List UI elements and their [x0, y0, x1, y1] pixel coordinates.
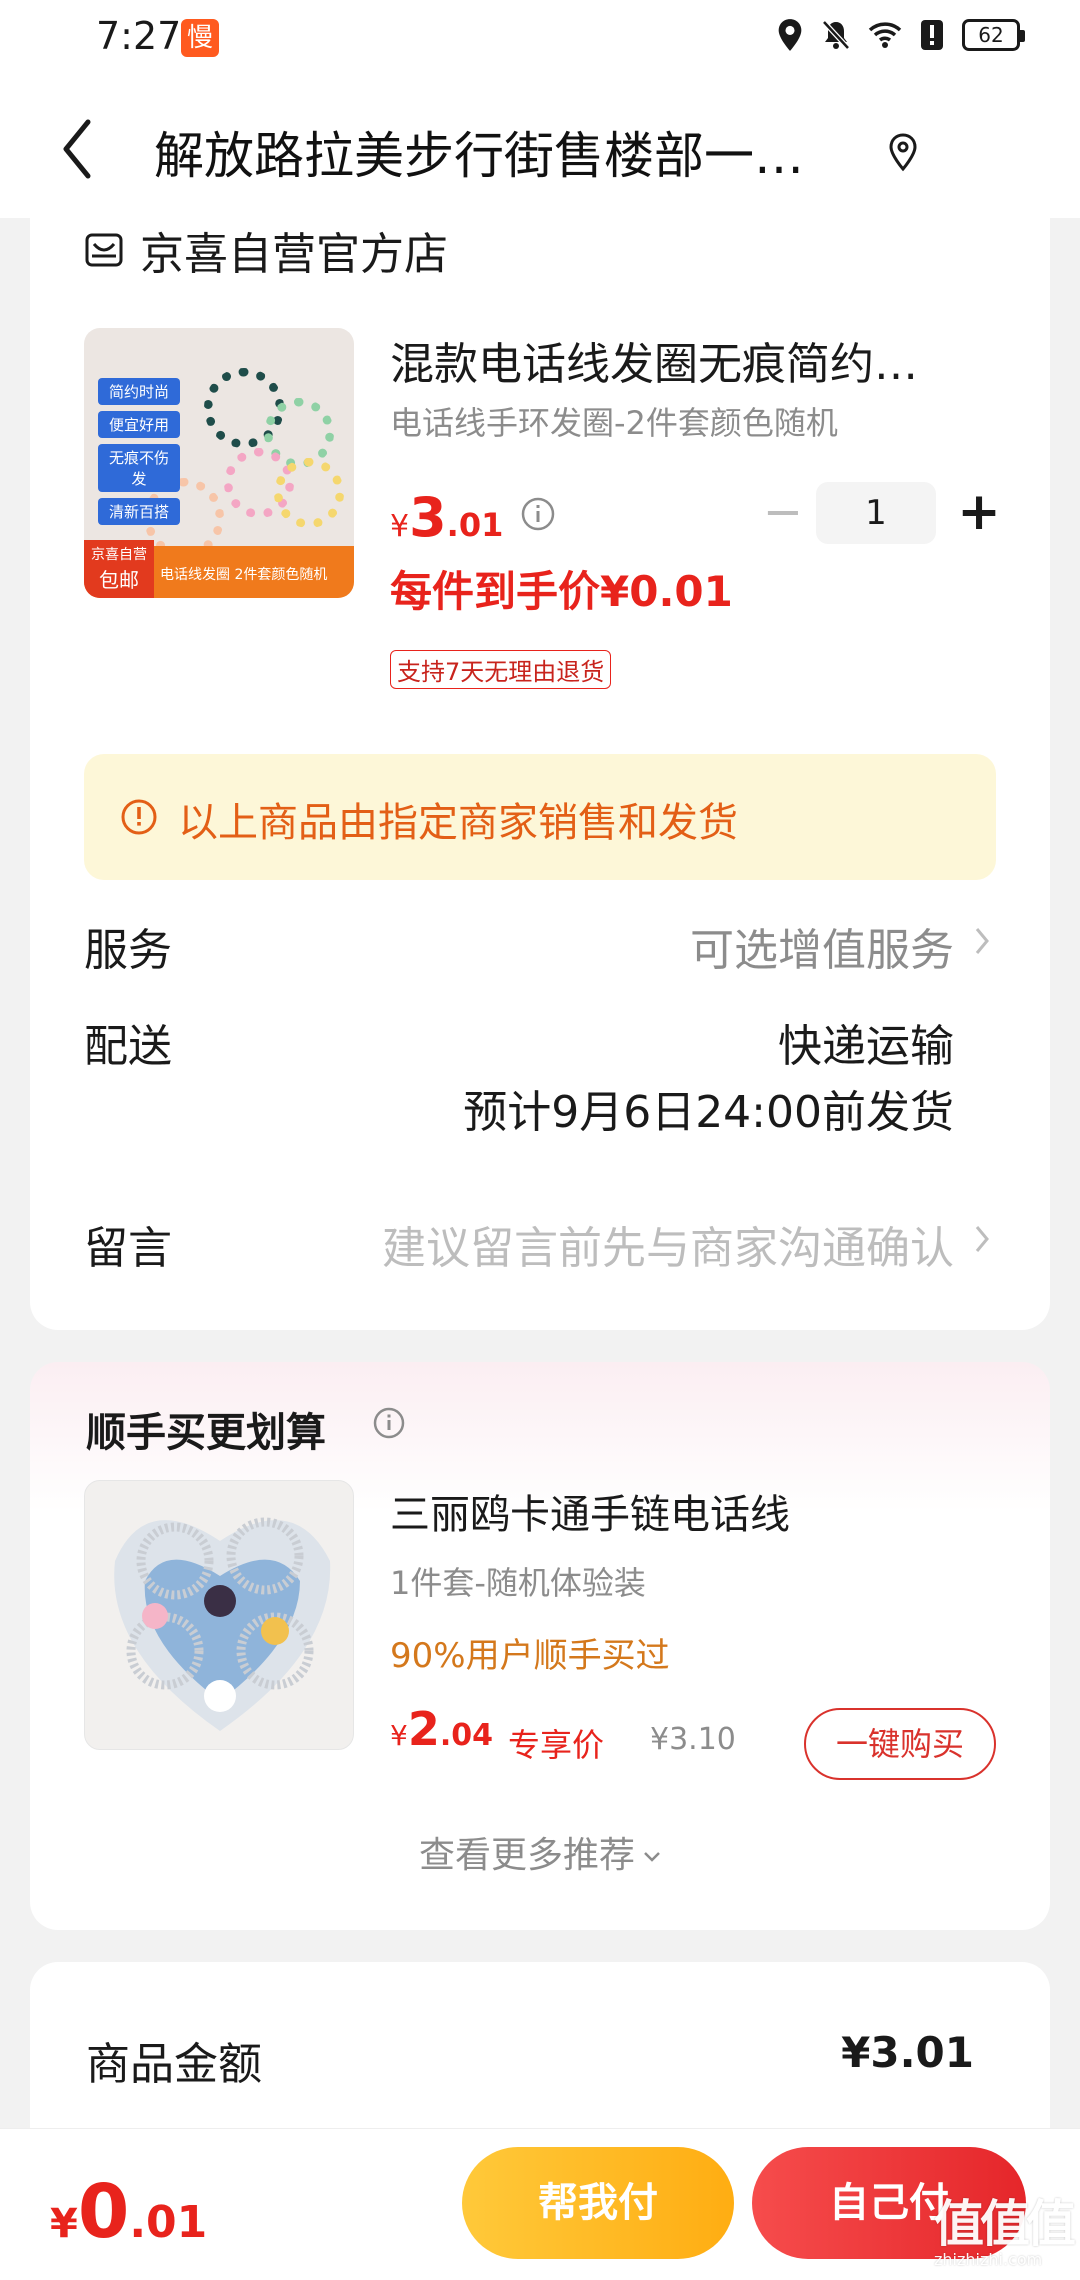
exclusive-price-label: 专享价: [508, 1726, 605, 1764]
price-decimal: .01: [446, 506, 504, 544]
product-image-tags: 简约时尚 便宜好用 无痕不伤发 清新百搭: [98, 378, 180, 525]
goods-amount-label: 商品金额: [86, 2039, 262, 2090]
recommend-product-image[interactable]: [84, 1480, 354, 1750]
chevron-left-icon[interactable]: [56, 116, 100, 182]
product-image-badge: 京喜自营 包邮: [84, 540, 154, 598]
message-label: 留言: [84, 1223, 172, 1274]
recommend-title: 顺手买更划算: [86, 1410, 326, 1456]
message-input[interactable]: 建议留言前先与商家沟通确认: [382, 1212, 954, 1276]
seller-notice: 以上商品由指定商家销售和发货: [84, 754, 996, 880]
delivery-eta: 预计9月6日24:00前发货: [463, 1087, 954, 1138]
delivery-label: 配送: [84, 1021, 172, 1072]
battery-icon: 62: [962, 19, 1025, 51]
product-image-badge-bottom: 包邮: [99, 568, 139, 592]
return-policy-badge: 支持7天无理由退货: [390, 650, 612, 689]
quantity-input[interactable]: 1: [816, 482, 936, 544]
product-image-tag: 清新百搭: [98, 498, 180, 525]
info-icon[interactable]: [372, 1406, 406, 1440]
status-bar: 7:27 慢 62: [0, 0, 1080, 80]
recommend-product-name[interactable]: 三丽鸥卡通手链电话线: [390, 1482, 790, 1540]
product-title[interactable]: 混款电话线发圈无痕简约…: [390, 328, 1010, 392]
hair-tie-graphic: [274, 458, 344, 528]
status-icons: 62: [776, 18, 1025, 52]
recommend-social-proof: 90%用户顺手买过: [390, 1636, 670, 1676]
page-title[interactable]: 解放路拉美步行街售楼部一…: [154, 116, 804, 188]
price-integer: 2: [407, 1702, 440, 1756]
product-price: ¥3.01: [390, 486, 503, 549]
recommend-product-spec[interactable]: 1件套-随机体验装: [390, 1558, 646, 1604]
service-value[interactable]: 可选增值服务: [690, 914, 954, 978]
product-spec[interactable]: 电话线手环发圈-2件套颜色随机: [390, 398, 838, 444]
location-pin-icon[interactable]: [886, 132, 920, 172]
quantity-decrease-button[interactable]: −: [758, 488, 808, 540]
bracelet-graphic: [114, 1517, 331, 1731]
help-pay-button[interactable]: 帮我付: [462, 2147, 734, 2259]
chevron-right-icon[interactable]: [972, 1222, 992, 1256]
mute-icon: [822, 20, 850, 50]
price-currency: ¥: [390, 509, 410, 544]
product-image-tag: 简约时尚: [98, 378, 180, 405]
app-notification-badge: 慢: [181, 19, 219, 57]
product-image-caption: 电话线发圈 2件套颜色随机: [160, 567, 328, 583]
order-store-card: 京喜自营官方店 简约时尚 便宜好用 无痕不伤发 清新百搭 电话线发圈 2件套颜色…: [30, 218, 1050, 1330]
site-watermark: 值值值 zhizhizhi.com: [934, 2195, 1076, 2276]
price-currency: ¥: [50, 2201, 78, 2247]
price-decimal: .01: [129, 2197, 208, 2248]
location-icon: [778, 19, 802, 51]
final-unit-price: 每件到手价¥0.01: [390, 567, 733, 616]
status-time: 7:27: [96, 14, 182, 58]
seller-notice-text: 以上商品由指定商家销售和发货: [178, 800, 738, 846]
checkout-bar: ¥0.01 帮我付 自己付: [0, 2128, 1080, 2280]
chevron-down-icon: [644, 1852, 660, 1862]
goods-amount-value: ¥3.01: [841, 2028, 974, 2077]
price-info-icon[interactable]: [520, 496, 556, 532]
more-recommendations-label: 查看更多推荐: [418, 1835, 635, 1876]
product-image-badge-top: 京喜自营: [91, 547, 147, 563]
info-icon: [121, 799, 157, 835]
more-recommendations-link[interactable]: 查看更多推荐: [30, 1826, 1050, 1878]
one-click-buy-button[interactable]: 一键购买: [804, 1708, 996, 1780]
service-label: 服务: [84, 925, 172, 976]
product-image-tag: 便宜好用: [98, 411, 180, 438]
wifi-icon: [868, 22, 902, 48]
product-image[interactable]: 简约时尚 便宜好用 无痕不伤发 清新百搭 电话线发圈 2件套颜色随机 京喜自营 …: [84, 328, 354, 598]
total-price: ¥0.01: [50, 2169, 207, 2255]
store-icon: [85, 233, 123, 267]
original-price: ¥3.10: [650, 1722, 736, 1757]
store-name[interactable]: 京喜自营官方店: [140, 218, 448, 282]
alert-icon: [921, 20, 943, 50]
price-currency: ¥: [390, 1719, 408, 1752]
watermark-site: zhizhizhi.com: [934, 2250, 1043, 2269]
product-image-tag: 无痕不伤发: [98, 444, 180, 492]
nav-header: 解放路拉美步行街售楼部一…: [0, 80, 1080, 218]
chevron-right-icon[interactable]: [972, 924, 992, 958]
quantity-increase-button[interactable]: +: [954, 486, 1004, 538]
price-integer: 3: [409, 486, 447, 549]
recommend-price: ¥2.04: [390, 1702, 493, 1756]
recommend-card: 顺手买更划算 三丽鸥卡通手链电话线 1件套-随机体验装 90%用户顺手买过 ¥2…: [30, 1362, 1050, 1930]
price-integer: 0: [77, 2169, 130, 2255]
price-decimal: .04: [439, 1718, 493, 1753]
watermark-logo: 值值值: [934, 2195, 1076, 2253]
delivery-method[interactable]: 快递运输: [778, 1010, 954, 1074]
